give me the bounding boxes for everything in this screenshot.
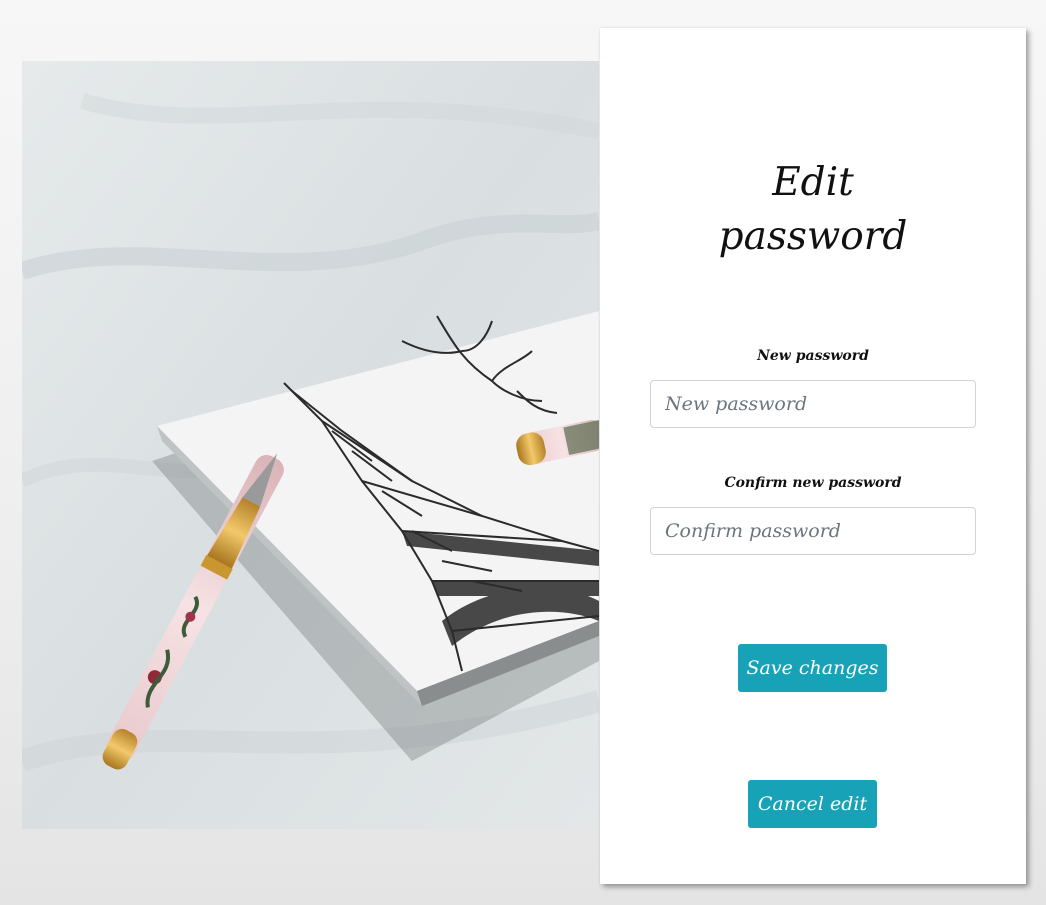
notebook-pen-illustration: [22, 61, 599, 829]
new-password-label: New password: [757, 348, 869, 364]
edit-password-card: Edit password New password Confirm new p…: [600, 28, 1026, 884]
title-line-2: password: [718, 214, 908, 259]
page-title: Edit password: [600, 156, 1026, 264]
title-line-1: Edit: [772, 160, 854, 205]
hero-photo: [22, 61, 599, 829]
save-changes-button[interactable]: Save changes: [738, 644, 887, 692]
confirm-password-input[interactable]: [650, 507, 976, 555]
cancel-edit-button[interactable]: Cancel edit: [748, 780, 877, 828]
new-password-input[interactable]: [650, 380, 976, 428]
confirm-password-label: Confirm new password: [724, 475, 902, 491]
